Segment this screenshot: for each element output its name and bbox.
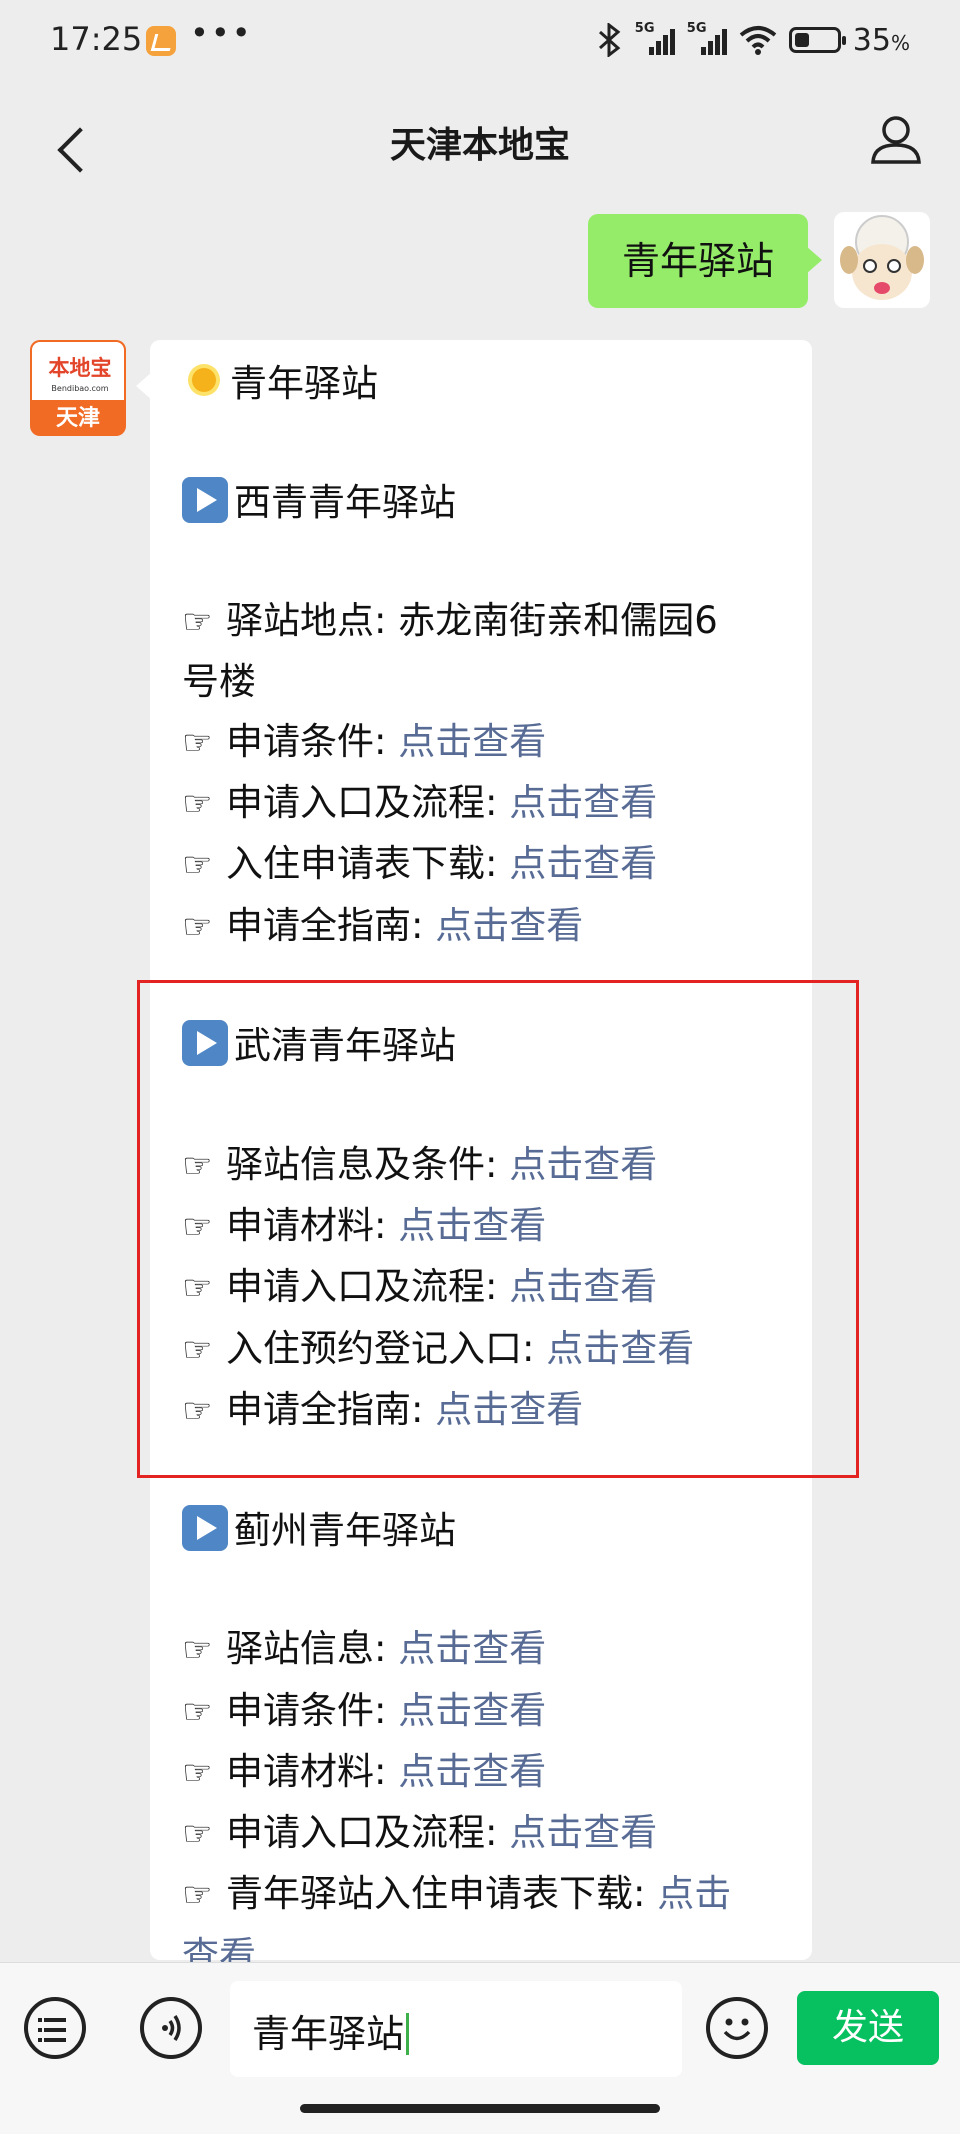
list-item: ☞ 驿站信息: 点击查看: [182, 1619, 792, 1680]
section-title-jizhou: 蓟州青年驿站: [182, 1501, 792, 1560]
list-item-continued: 号楼: [182, 660, 256, 704]
chat-header: 天津本地宝: [0, 86, 960, 196]
signal-icon: 5G: [635, 21, 675, 55]
list-item: ☞ 申请条件: 点击查看: [182, 712, 792, 773]
pointing-hand-icon: ☞: [182, 1875, 213, 1916]
pointing-hand-icon: ☞: [182, 722, 213, 763]
view-link[interactable]: 点击查看: [398, 720, 546, 763]
view-link[interactable]: 点击查看: [398, 1689, 546, 1732]
list-item: ☞ 入住申请表下载: 点击查看: [182, 834, 792, 895]
status-bar: 17:25 ••• 5G 5G 35%: [0, 0, 960, 86]
page-title: 天津本地宝: [389, 125, 570, 166]
home-indicator[interactable]: [300, 2104, 660, 2113]
play-button-icon: [182, 476, 228, 523]
pointing-hand-icon: ☞: [182, 1752, 213, 1793]
list-item: ☞ 申请入口及流程: 点击查看: [182, 1803, 792, 1864]
pointing-hand-icon: ☞: [182, 602, 213, 643]
more-notifications-icon: •••: [190, 14, 253, 52]
sun-icon: [182, 358, 226, 402]
view-link[interactable]: 点击查看: [509, 1811, 657, 1854]
status-indicators: 5G 5G 35%: [597, 20, 910, 60]
view-link[interactable]: 点击查看: [398, 1750, 546, 1793]
list-item: ☞ 申请全指南: 点击查看: [182, 896, 792, 957]
battery-fill: [794, 33, 809, 47]
pointing-hand-icon: ☞: [182, 845, 213, 886]
bluetooth-icon: [598, 23, 621, 57]
pointing-hand-icon: ☞: [182, 1691, 213, 1732]
user-avatar[interactable]: [834, 212, 930, 308]
battery-icon: [788, 27, 846, 53]
list-item: ☞ 申请条件: 点击查看: [182, 1681, 792, 1742]
status-time: 17:25: [50, 20, 143, 58]
message-input[interactable]: 青年驿站: [230, 1981, 682, 2077]
wifi-icon: [739, 26, 777, 55]
list-item: ☞ 申请材料: 点击查看: [182, 1742, 792, 1803]
avatar-city: 天津: [55, 406, 100, 431]
person-icon[interactable]: [868, 112, 924, 168]
sent-message-bubble[interactable]: 青年驿站: [588, 214, 822, 308]
avatar-logo: 本地宝 Bendibao.com: [30, 340, 126, 402]
list-item: ☞ 驿站地点: 赤龙南街亲和儒园6: [182, 591, 792, 652]
avatar-brand: 本地宝: [48, 356, 112, 380]
view-link[interactable]: 点击查看: [509, 842, 657, 885]
pointing-hand-icon: ☞: [182, 1630, 213, 1671]
battery-percent: 35%: [852, 22, 910, 58]
smile-face-icon: [723, 2018, 751, 2041]
message-heading: 青年驿站: [182, 354, 792, 413]
voice-icon[interactable]: [140, 1997, 202, 2059]
view-link[interactable]: 点击查看: [435, 904, 583, 947]
list-item: ☞ 申请入口及流程: 点击查看: [182, 773, 792, 834]
emoji-icon[interactable]: [706, 1997, 768, 2059]
menu-list-icon[interactable]: [24, 1997, 86, 2059]
official-account-avatar[interactable]: 本地宝 Bendibao.com 天津: [30, 340, 126, 436]
view-link[interactable]: 点击查看: [398, 1627, 546, 1670]
play-button-icon: [182, 1504, 228, 1551]
sound-waves-icon: [162, 2015, 181, 2041]
send-button[interactable]: 发送: [797, 1991, 939, 2065]
signal-icon-2: 5G: [687, 21, 727, 55]
pointing-hand-icon: ☞: [182, 906, 213, 947]
message-input-value: 青年驿站: [252, 2003, 410, 2058]
app-notification-icon: [146, 26, 176, 56]
sheep-avatar-icon: [840, 215, 924, 300]
view-link[interactable]: 点击查看: [509, 781, 657, 824]
pointing-hand-icon: ☞: [182, 1814, 213, 1855]
avatar-url: Bendibao.com: [51, 384, 109, 393]
section-title-xiqing: 西青青年驿站: [182, 473, 792, 532]
view-link[interactable]: 点击: [657, 1872, 731, 1915]
text-caret: [406, 2013, 410, 2055]
list-item: ☞ 青年驿站入住申请表下载: 点击: [182, 1864, 792, 1925]
pointing-hand-icon: ☞: [182, 784, 213, 825]
highlight-box: [137, 980, 859, 1478]
